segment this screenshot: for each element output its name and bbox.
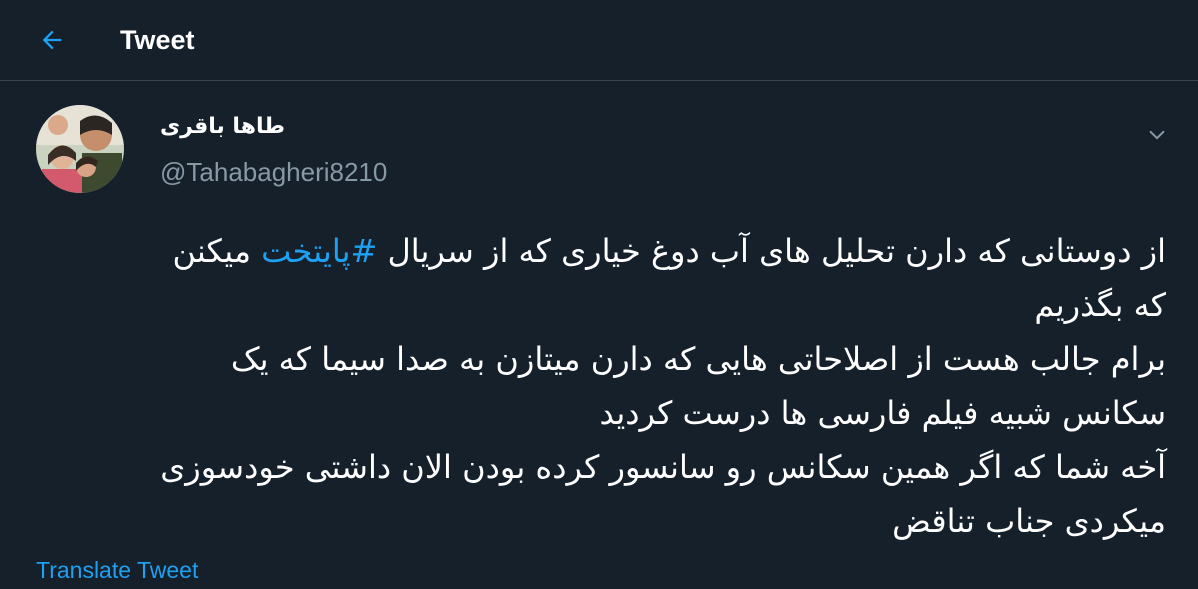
more-options-button[interactable] <box>1140 120 1174 150</box>
back-button[interactable] <box>28 18 76 62</box>
translate-tweet-link[interactable]: Translate Tweet <box>36 556 198 584</box>
tweet-line: سکانس شبیه فیلم فارسی ها درست کردید <box>599 394 1166 432</box>
tweet-line: میکردی جناب تناقض <box>892 502 1166 540</box>
arrow-left-icon <box>42 30 62 50</box>
page-title: Tweet <box>120 25 195 55</box>
hashtag-link[interactable]: #پایتخت <box>261 232 377 270</box>
avatar-photo <box>36 105 124 193</box>
user-handle[interactable]: @Tahabagheri8210 <box>160 156 387 188</box>
avatar[interactable] <box>36 105 124 193</box>
chevron-down-icon <box>1149 130 1165 140</box>
tweet-page: Tweet طاها باقری @Tahabagheri8210 از دوس… <box>0 0 1198 589</box>
tweet-line: آخه شما که اگر همین سکانس رو سانسور کرده… <box>160 448 1166 486</box>
tweet-line: که بگذریم <box>1034 286 1166 324</box>
tweet-text-segment: میکنن <box>172 232 262 270</box>
top-bar: Tweet <box>0 0 1198 81</box>
tweet-line: از دوستانی که دارن تحلیل های آب دوغ خیار… <box>30 224 1166 278</box>
tweet-line: برام جالب هست از اصلاحاتی هایی که دارن م… <box>230 340 1166 378</box>
tweet-text-segment: از دوستانی که دارن تحلیل های آب دوغ خیار… <box>377 232 1166 270</box>
tweet-text: از دوستانی که دارن تحلیل های آب دوغ خیار… <box>30 224 1166 548</box>
user-display-name[interactable]: طاها باقری <box>160 112 285 142</box>
